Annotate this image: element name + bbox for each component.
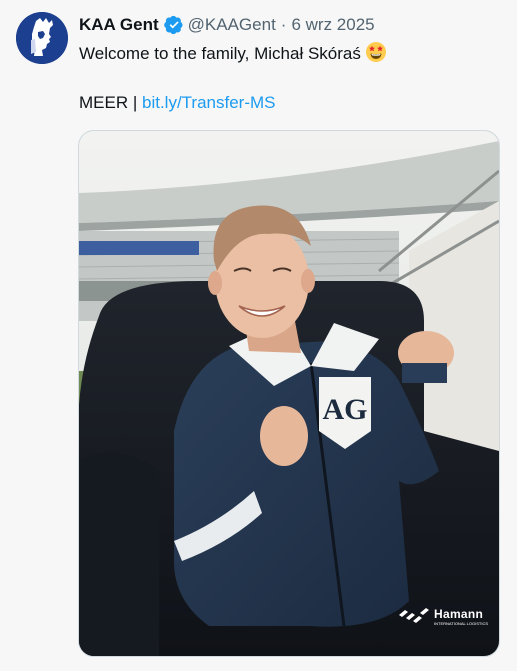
star-struck-emoji-icon: [365, 41, 387, 63]
sponsor-logo-subtext: INTERNATIONAL LOGISTICS: [434, 621, 489, 626]
tweet-text-line: Welcome to the family, Michał Skóraś: [79, 44, 361, 63]
tweet-text: Welcome to the family, Michał Skóraś: [79, 41, 387, 66]
svg-text:AG: AG: [323, 393, 368, 426]
club-crest-icon: [16, 12, 68, 64]
tweet-media-photo[interactable]: AG Hamann INTERNATIONAL LOGISTICS: [78, 130, 500, 657]
tweet-link-line: MEER | bit.ly/Transfer-MS: [79, 91, 276, 115]
player-left-hand: [260, 406, 308, 466]
author-name[interactable]: KAA Gent: [79, 15, 159, 35]
tweet-header: KAA Gent @KAAGent · 6 wrz 2025: [79, 13, 375, 37]
tweet-date[interactable]: 6 wrz 2025: [291, 15, 374, 35]
link-prefix: MEER |: [79, 93, 142, 112]
author-handle[interactable]: @KAAGent: [188, 15, 276, 35]
transfer-link[interactable]: bit.ly/Transfer-MS: [142, 93, 276, 112]
tweet[interactable]: KAA Gent @KAAGent · 6 wrz 2025 Welcome t…: [0, 0, 517, 671]
sponsor-logo-text: Hamann: [434, 607, 484, 621]
avatar[interactable]: [16, 12, 68, 64]
separator-dot: ·: [280, 15, 287, 34]
verified-badge-icon[interactable]: [163, 15, 184, 35]
